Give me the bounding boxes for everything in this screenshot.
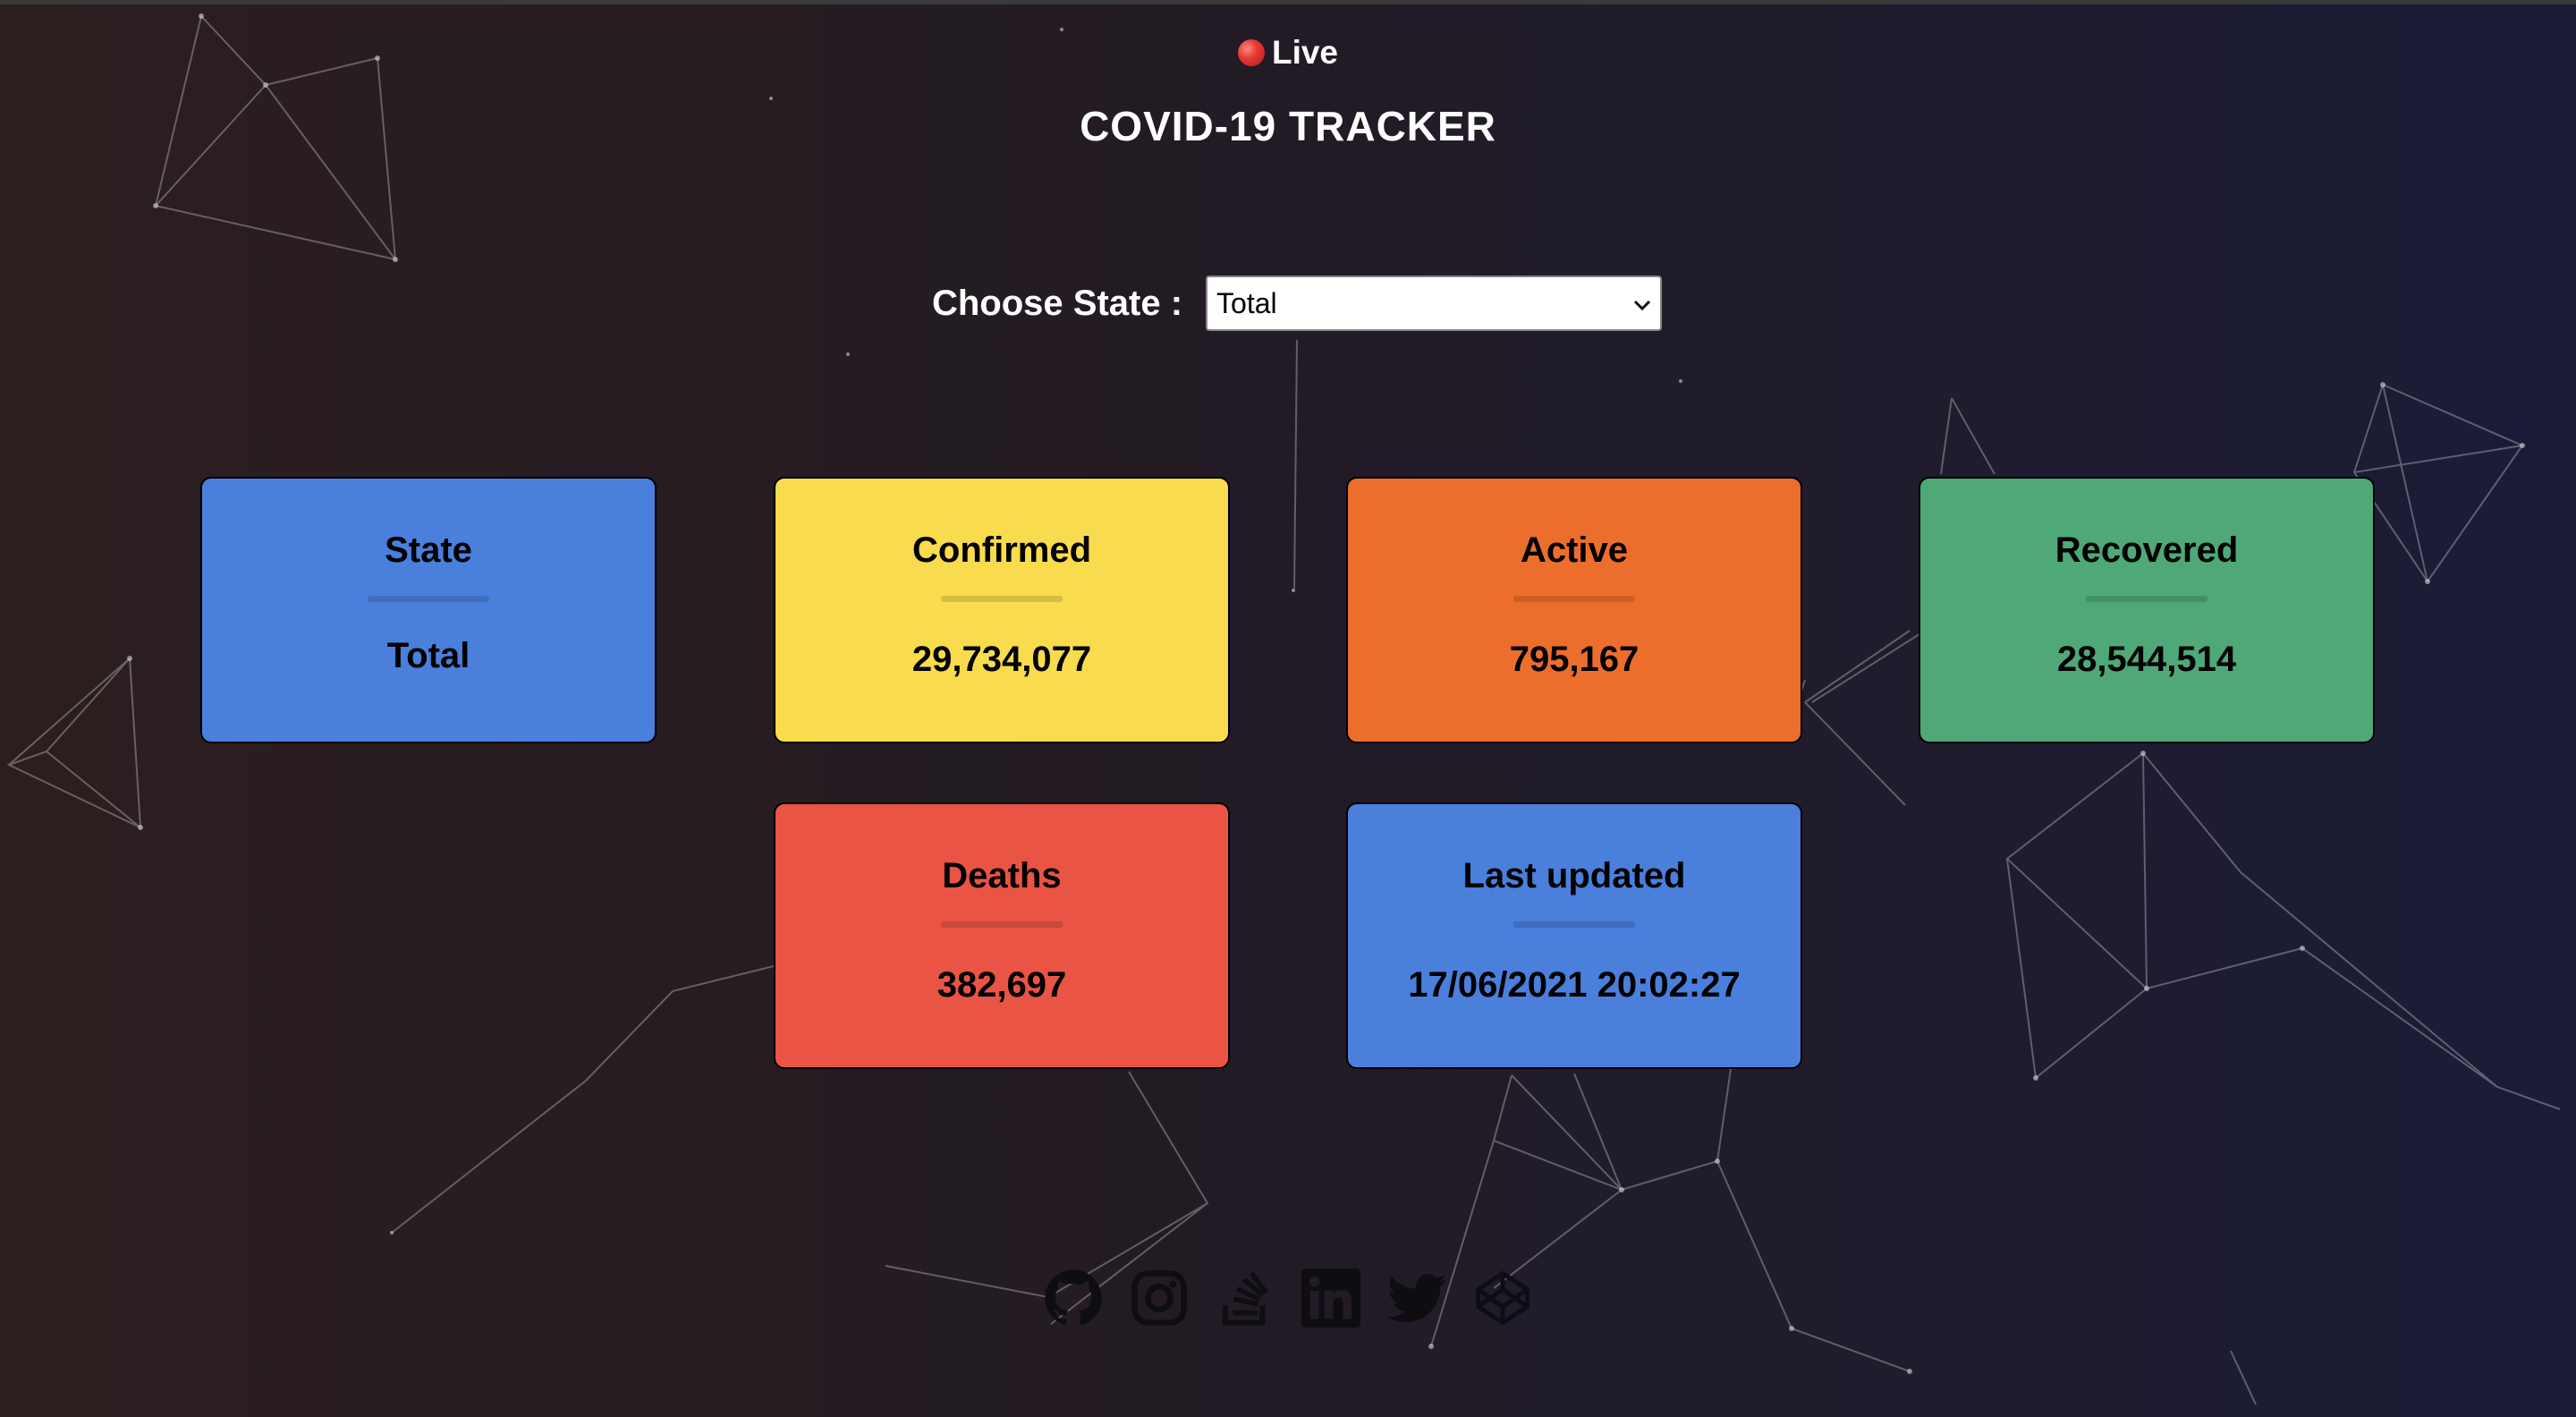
card-value: 795,167 bbox=[1509, 640, 1640, 679]
state-select-label: Choose State : bbox=[931, 283, 1183, 323]
state-chooser: Choose State : Total bbox=[0, 276, 2576, 331]
card-value: 382,697 bbox=[936, 965, 1067, 1005]
card-title: State bbox=[385, 530, 472, 570]
card-value: Total bbox=[386, 636, 470, 675]
state-select-value: Total bbox=[1216, 286, 1277, 319]
state-select[interactable]: Total bbox=[1206, 276, 1663, 331]
page-title: COVID-19 TRACKER bbox=[1080, 103, 1496, 149]
card-value: 17/06/2021 20:02:27 bbox=[1408, 965, 1741, 1005]
red-circle-icon bbox=[1237, 39, 1265, 66]
recovered-card: Recovered 28,544,514 bbox=[1919, 477, 2375, 743]
twitter-icon bbox=[1387, 1274, 1446, 1322]
instagram-icon bbox=[1131, 1270, 1187, 1326]
github-link[interactable] bbox=[1044, 1269, 1103, 1328]
last-updated-card: Last updated 17/06/2021 20:02:27 bbox=[1346, 802, 1802, 1069]
active-card: Active 795,167 bbox=[1346, 477, 1802, 743]
card-divider bbox=[1513, 596, 1635, 602]
card-value: 29,734,077 bbox=[911, 640, 1092, 679]
card-divider bbox=[941, 921, 1063, 928]
live-indicator: Live bbox=[1237, 34, 1339, 72]
chevron-down-icon bbox=[1633, 290, 1651, 318]
instagram-link[interactable] bbox=[1130, 1269, 1189, 1328]
card-divider bbox=[1513, 921, 1635, 928]
page-header: Live COVID-19 TRACKER bbox=[0, 34, 2576, 150]
card-title: Confirmed bbox=[912, 530, 1091, 570]
stackoverflow-link[interactable] bbox=[1216, 1269, 1275, 1328]
linkedin-icon bbox=[1301, 1269, 1360, 1328]
card-divider bbox=[368, 596, 489, 602]
codepen-icon bbox=[1476, 1271, 1530, 1325]
state-card: State Total bbox=[200, 477, 657, 743]
card-value: 28,544,514 bbox=[2056, 640, 2237, 679]
confirmed-card: Confirmed 29,734,077 bbox=[774, 477, 1230, 743]
twitter-link[interactable] bbox=[1387, 1269, 1446, 1328]
github-icon bbox=[1045, 1269, 1102, 1326]
deaths-card: Deaths 382,697 bbox=[774, 802, 1230, 1069]
codepen-link[interactable] bbox=[1473, 1269, 1532, 1328]
linkedin-link[interactable] bbox=[1301, 1269, 1360, 1328]
card-title: Deaths bbox=[942, 856, 1062, 895]
stackoverflow-icon bbox=[1222, 1271, 1268, 1326]
social-links bbox=[0, 1269, 2576, 1328]
live-label: Live bbox=[1271, 34, 1339, 71]
card-divider bbox=[941, 596, 1063, 602]
card-title: Active bbox=[1520, 530, 1629, 570]
card-divider bbox=[2086, 596, 2207, 602]
card-title: Last updated bbox=[1462, 856, 1686, 895]
card-title: Recovered bbox=[2055, 530, 2239, 570]
